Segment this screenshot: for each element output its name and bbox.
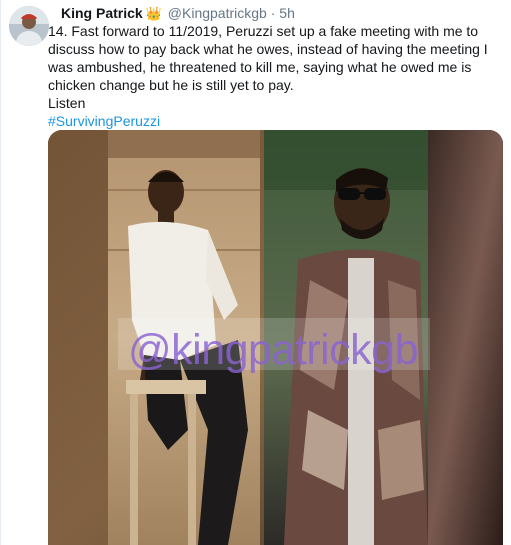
separator: · — [270, 5, 276, 21]
tweet-text: 14. Fast forward to 11/2019, Peruzzi set… — [48, 22, 500, 130]
tweet-text-line2: Listen — [48, 95, 86, 111]
tweet-media[interactable]: @kingpatrickgb — [48, 130, 503, 545]
media-watermark: @kingpatrickgb — [128, 326, 419, 374]
tweet-text-main: 14. Fast forward to 11/2019, Peruzzi set… — [48, 23, 488, 93]
hashtag-link[interactable]: #SurvivingPeruzzi — [48, 112, 500, 130]
tweet[interactable]: King Patrick 👑 @Kingpatrickgb · 5h 14. Fa… — [0, 0, 511, 545]
avatar[interactable] — [9, 6, 49, 46]
tweet-header: King Patrick 👑 @Kingpatrickgb · 5h — [61, 4, 295, 23]
author-handle[interactable]: @Kingpatrickgb — [168, 5, 267, 21]
author-name[interactable]: King Patrick — [61, 5, 143, 21]
crown-icon: 👑 — [145, 6, 162, 21]
timestamp[interactable]: 5h — [279, 5, 295, 21]
